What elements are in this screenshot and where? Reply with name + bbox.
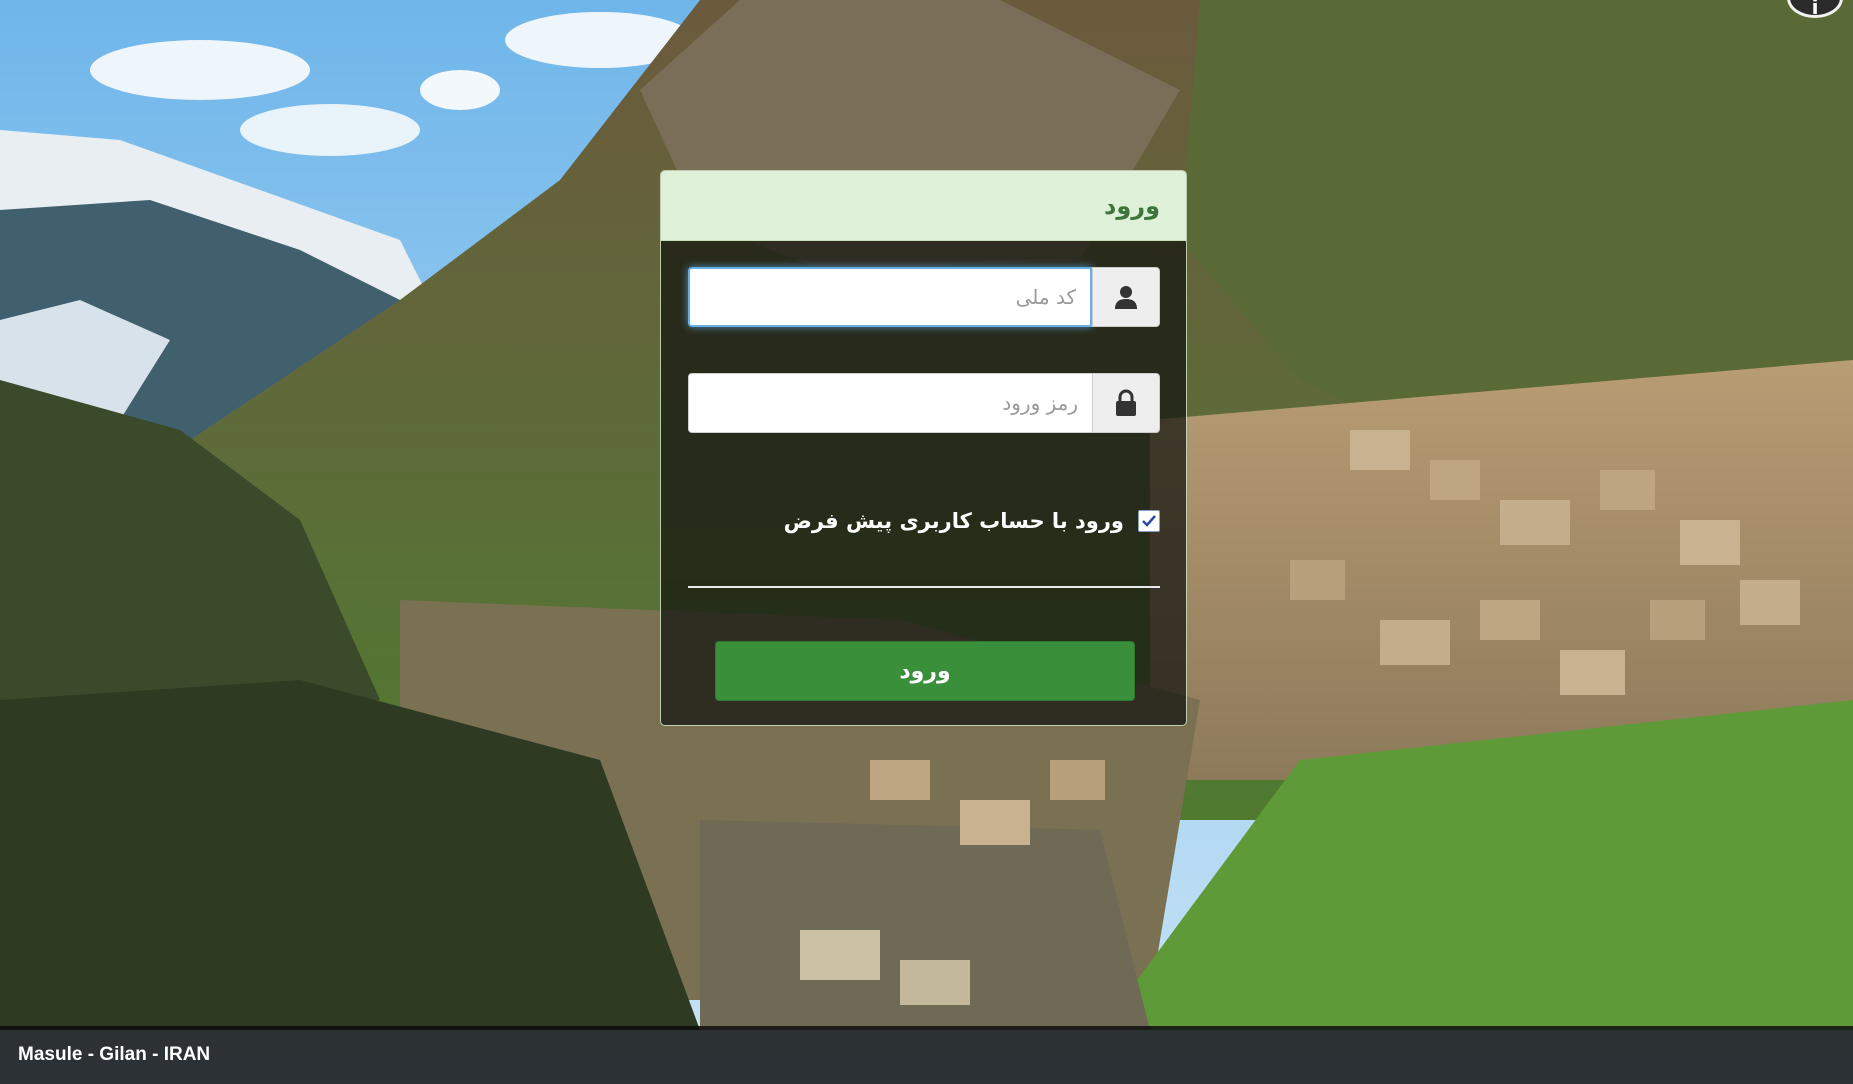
default-account-label: ورود با حساب کاربری پیش فرض — [783, 509, 1124, 533]
login-form: ورود با حساب کاربری پیش فرض ورود — [661, 241, 1186, 725]
default-account-checkbox[interactable] — [1138, 510, 1160, 532]
location-caption: Masule - Gilan - IRAN — [18, 1044, 211, 1065]
user-icon — [1092, 267, 1160, 327]
lock-icon — [1092, 373, 1160, 433]
form-divider — [688, 586, 1160, 588]
national-code-input[interactable] — [688, 267, 1092, 327]
caption-bar: Masule - Gilan - IRAN — [0, 1026, 1853, 1084]
password-group — [688, 373, 1160, 433]
login-button[interactable]: ورود — [715, 641, 1135, 701]
remember-row: ورود با حساب کاربری پیش فرض — [784, 509, 1160, 533]
login-panel-title: ورود — [661, 171, 1186, 241]
help-icon: i — [1811, 0, 1819, 19]
password-input[interactable] — [688, 373, 1092, 433]
national-code-group — [688, 267, 1160, 327]
login-page: i ورود کد ملی ورود با حساب کاربری پیش فر… — [0, 0, 1853, 1084]
login-panel: ورود کد ملی ورود با حساب کاربری پیش فرض … — [660, 170, 1187, 726]
